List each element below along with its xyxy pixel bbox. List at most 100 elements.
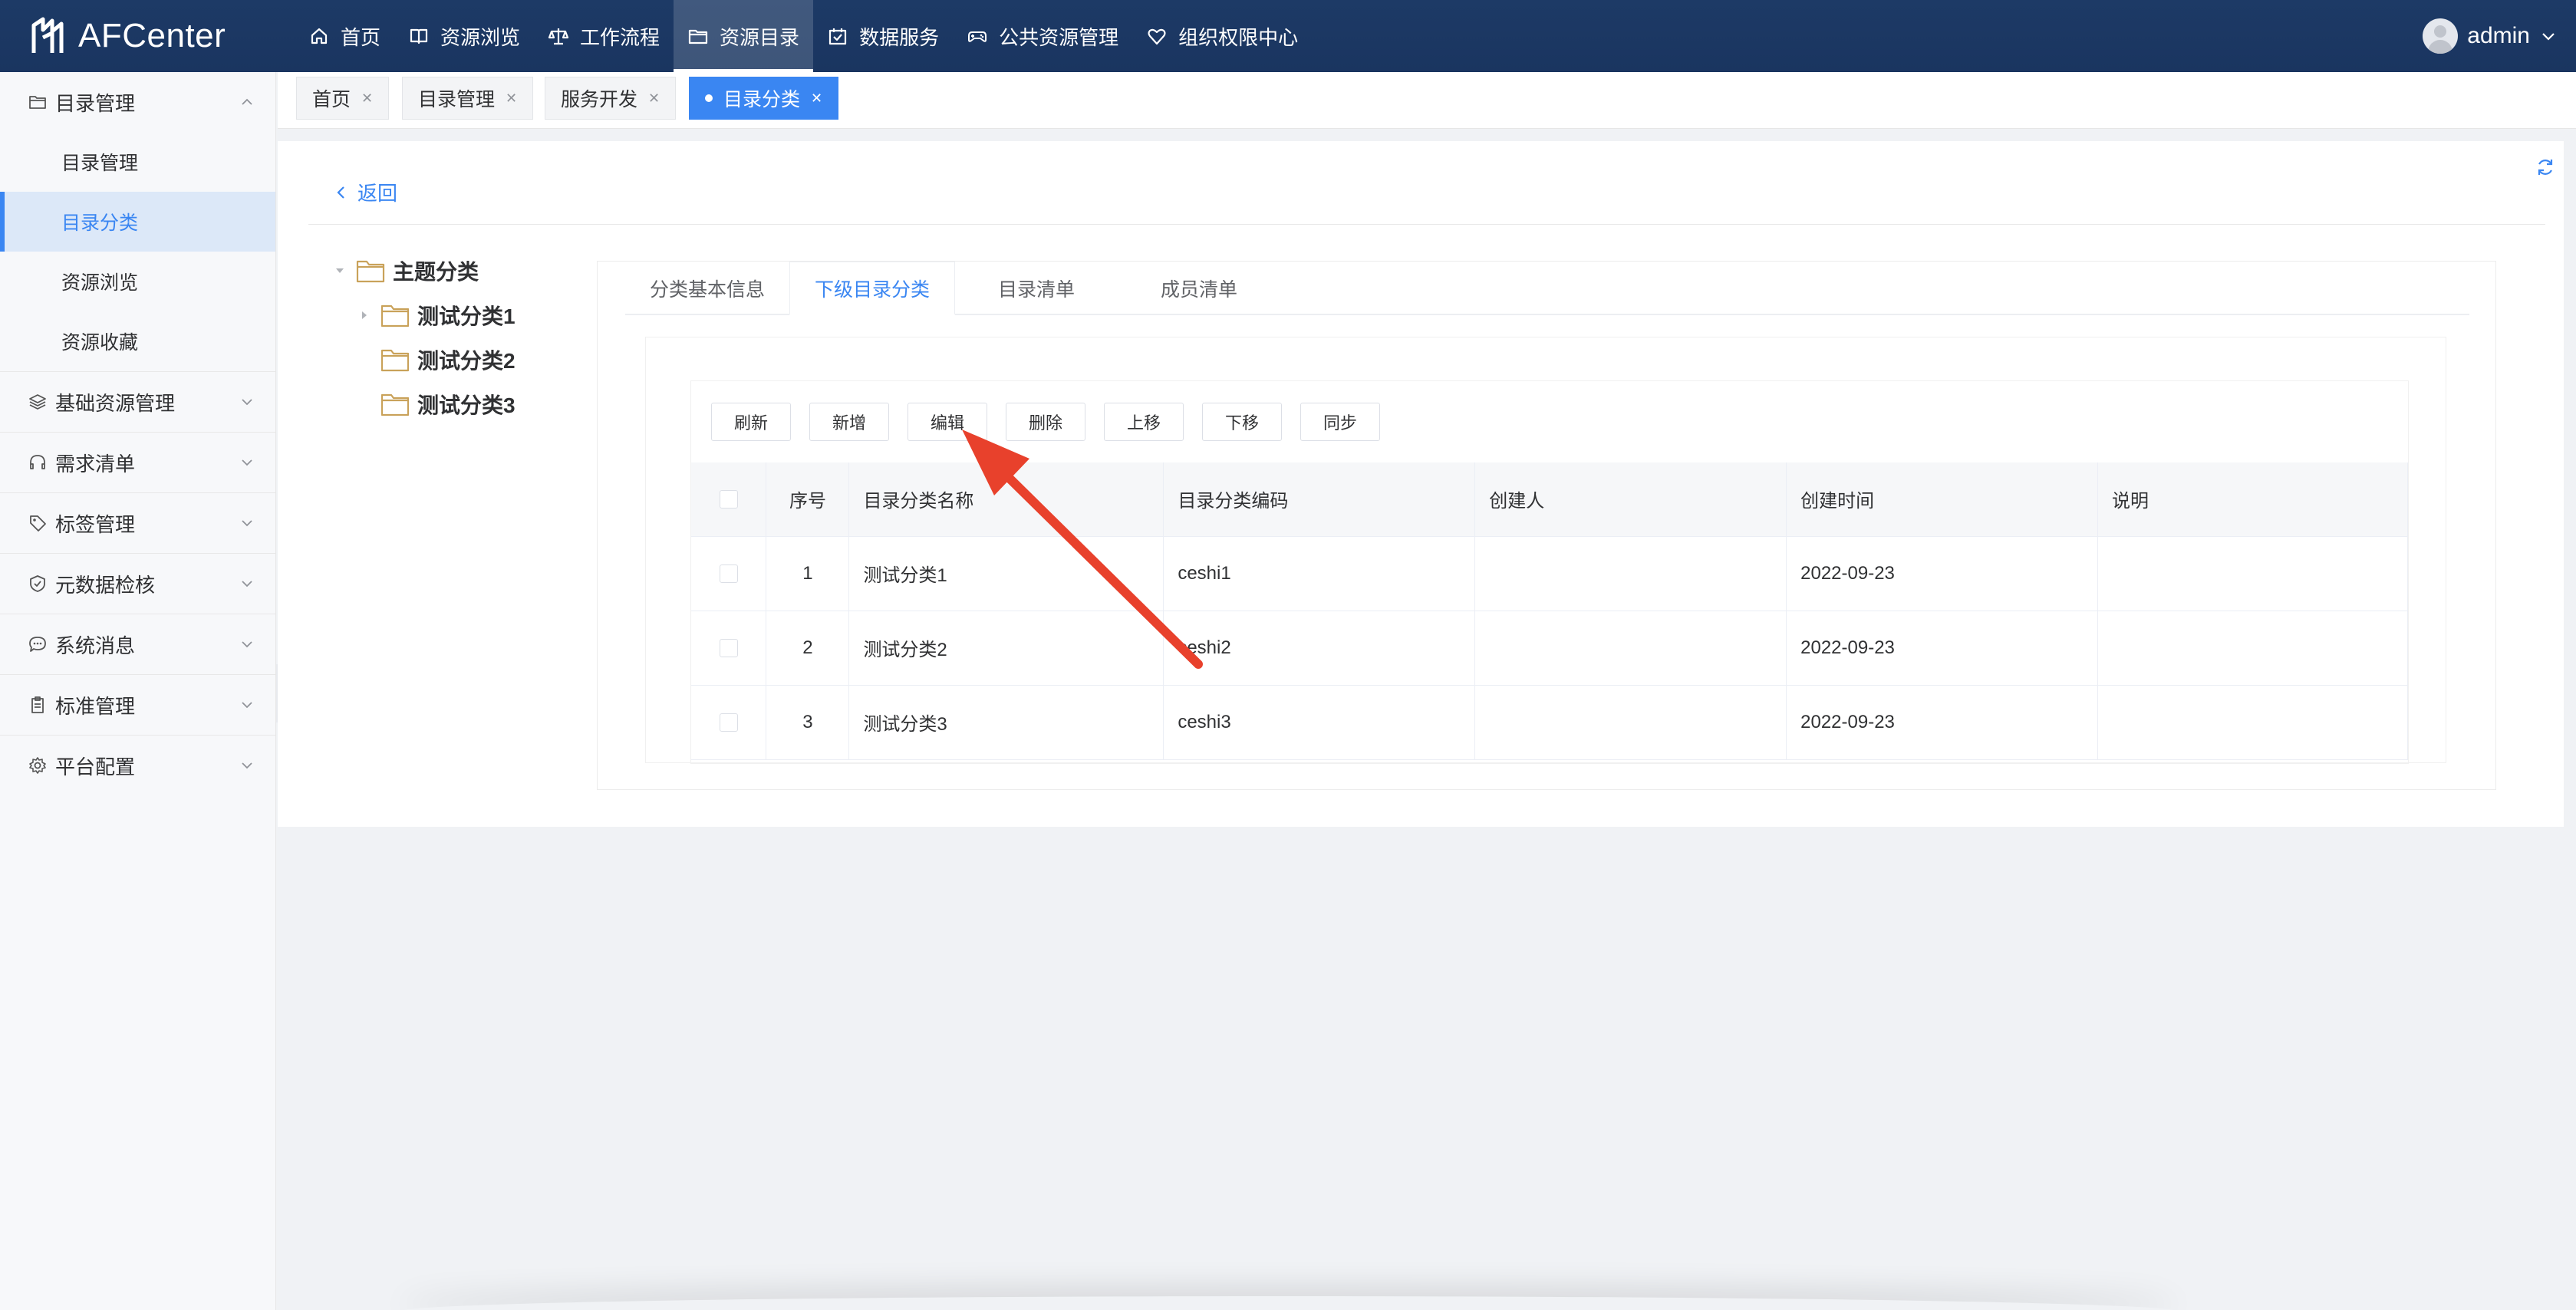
table-header-row: 序号 目录分类名称 目录分类编码 创建人 创建时间 说明 [691,462,2408,537]
table-row[interactable]: 3 测试分类3 ceshi3 2022-09-23 [691,685,2408,760]
back-link[interactable]: 返回 [333,178,397,206]
sidebar-group-label: 平台配置 [55,755,136,778]
sidebar: 目录管理 目录管理 目录分类 资源浏览 资源收藏 基础资源管理 需求清单 标签管… [0,72,276,1310]
chevron-down-icon [242,641,252,648]
tab-member-list[interactable]: 成员清单 [1118,262,1280,315]
topnav-item-resource-catalog[interactable]: 资源目录 [674,0,814,72]
refresh-button[interactable]: 刷新 [711,403,791,441]
table-cell: ceshi3 [1163,685,1476,760]
sidebar-group-catalog-management[interactable]: 目录管理 [0,72,275,132]
caret-spacer [356,351,380,368]
folder-icon [356,260,385,283]
topnav-item-resource-browse[interactable]: 资源浏览 [394,0,534,72]
topnav-label: 资源浏览 [440,25,521,49]
caret-spacer [356,396,380,413]
move-up-button[interactable]: 上移 [1104,403,1184,441]
table-row[interactable]: 2 测试分类2 ceshi2 2022-09-23 [691,611,2408,686]
user-menu[interactable]: admin [2423,0,2558,72]
topnav-item-data-service[interactable]: 数据服务 [813,0,953,72]
sidebar-group-standards[interactable]: 标准管理 [0,675,275,735]
page-tab-service-dev[interactable]: 服务开发 ✕ [545,77,677,120]
close-icon[interactable]: ✕ [506,91,517,107]
sub-category-table: 序号 目录分类名称 目录分类编码 创建人 创建时间 说明 1 测试分类1 ces… [691,462,2408,760]
tab-basic-info[interactable]: 分类基本信息 [625,262,789,315]
row-select-cell [691,611,767,686]
tab-catalog-list[interactable]: 目录清单 [955,262,1118,315]
tab-sub-categories[interactable]: 下级目录分类 [789,262,956,315]
topnav-label: 公共资源管理 [999,25,1119,49]
chevron-up-icon [242,98,252,105]
clipboard-icon [31,696,44,713]
layers-icon [29,394,46,410]
column-header: 目录分类名称 [848,462,1164,537]
sub-category-card: 刷新 新增 编辑 删除 上移 下移 同步 序号 目录分类名称 目录分类编码 创建… [645,337,2446,764]
column-header: 创建时间 [1786,462,2099,537]
afcenter-logo-icon [31,17,64,53]
tree-node-label: 测试分类3 [417,393,516,417]
sidebar-item-label: 目录分类 [61,212,139,234]
close-icon[interactable]: ✕ [811,91,822,107]
table-cell [1474,536,1787,611]
detail-tabs: 分类基本信息 下级目录分类 目录清单 成员清单 [625,262,2469,315]
tree-node[interactable]: 测试分类1 [331,293,516,337]
sidebar-group-label: 目录管理 [55,91,136,115]
chevron-down-icon [242,520,252,527]
topnav-label: 组织权限中心 [1178,25,1299,49]
sidebar-item-resource-browse[interactable]: 资源浏览 [0,252,275,311]
tree-node[interactable]: 测试分类2 [331,337,516,382]
sidebar-item-catalog-management[interactable]: 目录管理 [0,132,275,192]
topnav-item-home[interactable]: 首页 [295,0,394,72]
sidebar-group-metadata-check[interactable]: 元数据检核 [0,554,275,614]
topnav-item-org-permission[interactable]: 组织权限中心 [1132,0,1312,72]
table-cell [2097,611,2408,686]
page-tab-catalog-category[interactable]: 目录分类 ✕ [689,77,839,120]
home-icon [311,28,328,44]
table-cell: 1 [766,536,850,611]
move-down-button[interactable]: 下移 [1202,403,1282,441]
select-all-checkbox[interactable] [719,490,738,509]
table-row[interactable]: 1 测试分类1 ceshi1 2022-09-23 [691,536,2408,611]
sidebar-item-catalog-category[interactable]: 目录分类 [0,192,275,252]
active-dot-icon [705,94,713,102]
topnav-item-public-resource[interactable]: 公共资源管理 [953,0,1132,72]
sidebar-group-requirements[interactable]: 需求清单 [0,433,275,492]
select-all-cell [691,462,767,537]
folder-icon [380,393,410,416]
row-select-cell [691,685,767,760]
close-icon[interactable]: ✕ [648,91,660,107]
row-checkbox[interactable] [719,713,738,732]
close-icon[interactable]: ✕ [361,91,373,107]
refresh-icon[interactable] [2535,156,2556,178]
sidebar-item-resource-favorites[interactable]: 资源收藏 [0,311,275,371]
chevron-down-icon [242,459,252,466]
topnav-label: 数据服务 [859,25,940,49]
edit-button[interactable]: 编辑 [908,403,987,441]
main-content: 返回 主题分类 测试分类1 测试分类2 测试分类3 分类基本信息 下级目录分类 [278,141,2564,827]
add-button[interactable]: 新增 [809,403,889,441]
sync-button[interactable]: 同步 [1300,403,1380,441]
chevron-down-icon [242,581,252,588]
row-checkbox[interactable] [719,639,738,658]
sidebar-group-system-messages[interactable]: 系统消息 [0,614,275,674]
sidebar-group-platform-config[interactable]: 平台配置 [0,736,275,795]
table-toolbar: 刷新 新增 编辑 删除 上移 下移 同步 [711,403,1380,441]
table-cell: 测试分类2 [848,611,1164,686]
topnav-item-workflow[interactable]: 工作流程 [534,0,674,72]
app-name: AFCenter [78,17,226,54]
tab-label: 目录清单 [998,279,1076,301]
heart-shield-icon [1148,28,1166,45]
caret-right-icon[interactable] [356,307,373,324]
sidebar-group-tags[interactable]: 标签管理 [0,493,275,553]
row-checkbox[interactable] [719,564,738,584]
sidebar-group-base-resource[interactable]: 基础资源管理 [0,372,275,432]
caret-down-icon[interactable] [331,262,348,279]
page-tab-catalog-management[interactable]: 目录管理 ✕ [402,77,534,120]
tree-node-root[interactable]: 主题分类 [331,249,516,293]
divider [308,224,2545,225]
tree-node[interactable]: 测试分类3 [331,382,516,426]
table-cell: 2022-09-23 [1786,611,2099,686]
delete-button[interactable]: 删除 [1006,403,1085,441]
page-tab-label: 目录管理 [418,89,496,110]
page-tab-home[interactable]: 首页 ✕ [296,77,390,120]
app-logo[interactable]: AFCenter [28,12,226,60]
